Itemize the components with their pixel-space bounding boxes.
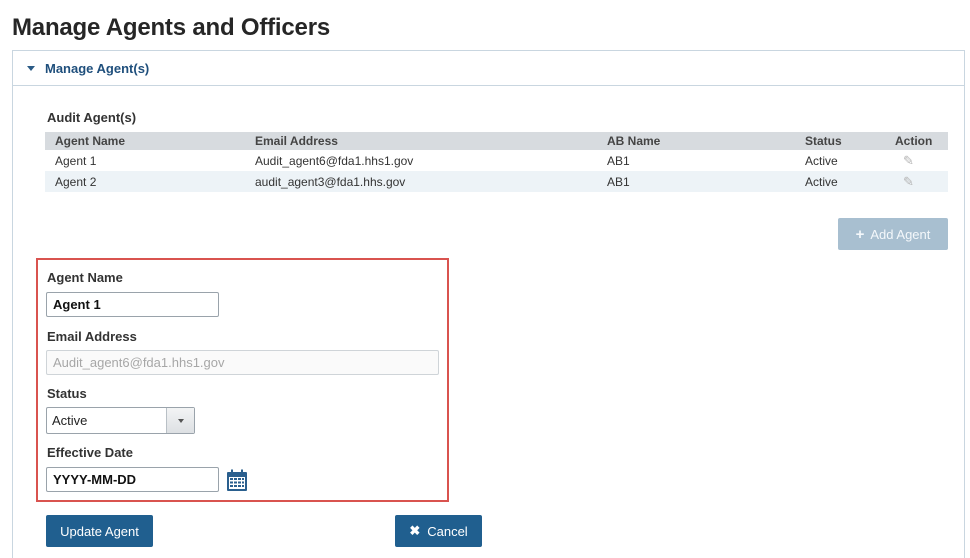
cell-action: ✎: [885, 150, 948, 171]
cell-email: audit_agent3@fda1.hhs.gov: [245, 171, 597, 192]
cell-status: Active: [795, 171, 885, 192]
cell-action: ✎: [885, 171, 948, 192]
agent-name-input[interactable]: [46, 292, 219, 317]
email-address-input: [46, 350, 439, 375]
agent-name-label: Agent Name: [47, 270, 123, 285]
cell-ab-name: AB1: [597, 171, 795, 192]
x-icon: ✖: [409, 523, 421, 538]
status-select[interactable]: Active: [46, 407, 195, 434]
pencil-icon[interactable]: ✎: [903, 174, 914, 190]
email-address-label: Email Address: [47, 329, 137, 344]
pencil-icon[interactable]: ✎: [903, 153, 914, 169]
effective-date-label: Effective Date: [47, 445, 133, 460]
cancel-label: Cancel: [427, 523, 468, 539]
column-header-ab-name[interactable]: AB Name: [597, 132, 795, 150]
column-header-agent-name[interactable]: Agent Name: [45, 132, 245, 150]
effective-date-input[interactable]: [46, 467, 219, 492]
status-label: Status: [47, 386, 87, 401]
add-agent-button[interactable]: + Add Agent: [838, 218, 948, 250]
cancel-button[interactable]: ✖ Cancel: [395, 515, 482, 547]
cell-agent-name: Agent 2: [45, 171, 245, 192]
caret-down-icon: [27, 65, 35, 71]
audit-agents-heading: Audit Agent(s): [47, 110, 137, 125]
table-row[interactable]: Agent 2 audit_agent3@fda1.hhs.gov AB1 Ac…: [45, 171, 948, 192]
cell-email: Audit_agent6@fda1.hhs1.gov: [255, 153, 414, 168]
table-row[interactable]: Agent 1 Audit_agent6@fda1.hhs1.gov AB1 A…: [45, 150, 948, 171]
table-header-row: Agent Name Email Address AB Name Status …: [45, 132, 948, 150]
add-agent-label: Add Agent: [870, 226, 931, 242]
dropdown-button[interactable]: [166, 408, 194, 433]
accordion-label: Manage Agent(s): [45, 60, 150, 76]
plus-icon: +: [855, 225, 865, 243]
column-header-status[interactable]: Status: [795, 132, 885, 150]
accordion-manage-agents[interactable]: Manage Agent(s): [13, 51, 964, 86]
cell-status: Active: [805, 153, 838, 168]
status-selected-value: Active: [52, 413, 88, 428]
page-title: Manage Agents and Officers: [12, 14, 330, 41]
cell-agent-name: Agent 1: [55, 153, 97, 168]
chevron-down-icon: [177, 418, 184, 423]
update-agent-button[interactable]: Update Agent: [46, 515, 153, 547]
column-header-email[interactable]: Email Address: [245, 132, 597, 150]
calendar-icon[interactable]: [226, 469, 248, 492]
audit-agents-table: Agent Name Email Address AB Name Status …: [45, 132, 948, 192]
cell-ab-name: AB1: [607, 153, 630, 168]
column-header-action: Action: [885, 132, 948, 150]
